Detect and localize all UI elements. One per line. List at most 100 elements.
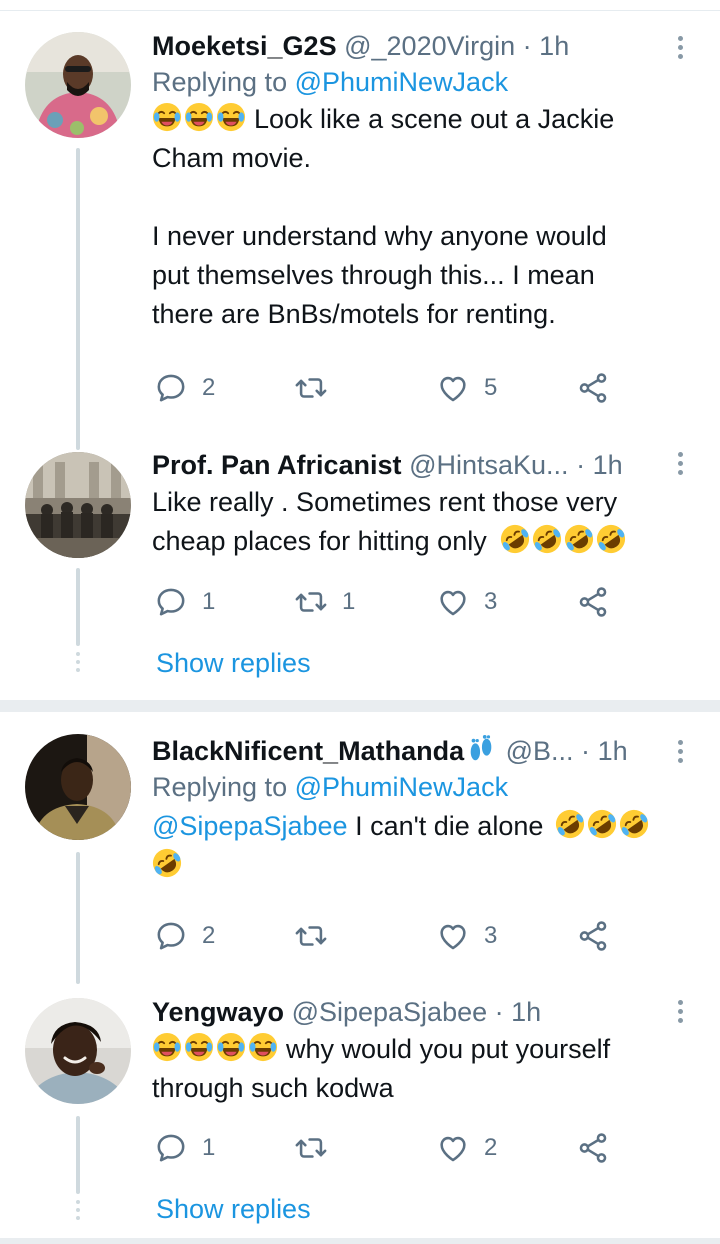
retweet-icon [294, 1131, 328, 1165]
tweet-text: @SipepaSjabee I can't die alone [152, 807, 684, 885]
retweet-count: 1 [342, 588, 356, 615]
replying-to: Replying to @PhumiNewJack [152, 63, 684, 101]
reply-button[interactable]: 1 [154, 582, 215, 622]
avatar[interactable] [25, 998, 131, 1104]
footprints-emoji [466, 734, 496, 764]
like-button[interactable]: 2 [436, 1128, 497, 1168]
share-button[interactable] [576, 1128, 610, 1168]
share-icon [576, 585, 610, 619]
replying-to: Replying to @PhumiNewJack [152, 768, 684, 806]
laughing-emoji [152, 102, 182, 132]
like-button[interactable]: 5 [436, 368, 497, 408]
show-replies-link[interactable]: Show replies [156, 1194, 311, 1225]
like-count: 2 [484, 1134, 498, 1161]
avatar-image [25, 452, 131, 558]
laughing-emoji [152, 1032, 182, 1062]
timestamp[interactable]: 1h [539, 31, 569, 61]
user-handle[interactable]: @B... [506, 736, 574, 766]
timestamp[interactable]: 1h [511, 997, 541, 1027]
separator-dot: · [581, 736, 591, 766]
replying-to-link[interactable]: @PhumiNewJack [295, 67, 508, 97]
thread-line [76, 148, 80, 450]
display-name[interactable]: Moeketsi_G2S [152, 31, 337, 61]
reply-icon [154, 371, 188, 405]
like-button[interactable]: 3 [436, 916, 497, 956]
tweet-text: Like really . Sometimes rent those very … [152, 483, 684, 561]
text-line: there are BnBs/motels for renting. [152, 299, 556, 329]
user-handle[interactable]: @HintsaKu... [409, 450, 568, 480]
replying-label: Replying to [152, 772, 288, 802]
timestamp[interactable]: 1h [598, 736, 628, 766]
bottom-separator [0, 1238, 720, 1244]
display-name[interactable]: BlackNificent_Mathanda [152, 736, 464, 766]
tweet-header: BlackNificent_Mathanda @B... · 1h [152, 734, 684, 768]
tweet-actions: 1 1 3 [152, 582, 622, 622]
share-icon [576, 919, 610, 953]
laughing-emoji [184, 102, 214, 132]
reply-button[interactable]: 2 [154, 368, 215, 408]
like-count: 3 [484, 922, 498, 949]
avatar[interactable] [25, 452, 131, 558]
reply-icon [154, 1131, 188, 1165]
avatar[interactable] [25, 32, 131, 138]
like-icon [436, 371, 470, 405]
tweet-text: why would you put yourself through such … [152, 1030, 684, 1108]
share-button[interactable] [576, 368, 610, 408]
rofl-emoji [152, 848, 182, 878]
rofl-emoji [555, 809, 585, 839]
retweet-icon [294, 919, 328, 953]
tweet-header: Prof. Pan Africanist @HintsaKu... · 1h [152, 448, 684, 482]
user-handle[interactable]: @_2020Virgin [344, 31, 515, 61]
retweet-button[interactable] [294, 916, 342, 956]
reply-count: 1 [202, 588, 216, 615]
rofl-emoji [587, 809, 617, 839]
tweet-actions: 1 2 [152, 1128, 622, 1168]
replying-to-link[interactable]: @PhumiNewJack [295, 772, 508, 802]
thread-dots [76, 1200, 80, 1224]
user-handle[interactable]: @SipepaSjabee [292, 997, 488, 1027]
retweet-icon [294, 371, 328, 405]
thread-line [76, 568, 80, 646]
share-button[interactable] [576, 916, 610, 956]
avatar[interactable] [25, 734, 131, 840]
like-icon [436, 585, 470, 619]
retweet-button[interactable]: 1 [294, 582, 355, 622]
avatar-image [25, 32, 131, 138]
like-button[interactable]: 3 [436, 582, 497, 622]
laughing-emoji [184, 1032, 214, 1062]
reply-icon [154, 585, 188, 619]
top-divider [0, 0, 720, 11]
retweet-icon [294, 585, 328, 619]
reply-button[interactable]: 2 [154, 916, 215, 956]
rofl-emoji [564, 524, 594, 554]
like-count: 3 [484, 588, 498, 615]
laughing-emoji [248, 1032, 278, 1062]
replying-label: Replying to [152, 67, 288, 97]
like-icon [436, 919, 470, 953]
text-line: Cham movie. [152, 143, 312, 173]
rofl-emoji [619, 809, 649, 839]
tweet-actions: 2 5 [152, 368, 622, 408]
separator-dot: · [576, 450, 586, 480]
reply-button[interactable]: 1 [154, 1128, 215, 1168]
tweet-header: Yengwayo @SipepaSjabee · 1h [152, 995, 684, 1029]
display-name[interactable]: Prof. Pan Africanist [152, 450, 402, 480]
thread-separator [0, 700, 720, 712]
thread-line [76, 1116, 80, 1194]
retweet-button[interactable] [294, 368, 342, 408]
rofl-emoji [500, 524, 530, 554]
reply-icon [154, 919, 188, 953]
show-replies-link[interactable]: Show replies [156, 648, 311, 679]
text-line: I can't die alone [355, 811, 544, 841]
like-count: 5 [484, 374, 498, 401]
mention-link[interactable]: @SipepaSjabee [152, 811, 348, 841]
share-button[interactable] [576, 582, 610, 622]
avatar-image [25, 734, 131, 840]
timestamp[interactable]: 1h [593, 450, 623, 480]
text-line: put themselves through this... I mean [152, 260, 595, 290]
reply-count: 2 [202, 374, 216, 401]
tweet-text: Look like a scene out a Jackie Cham movi… [152, 100, 684, 334]
share-icon [576, 1131, 610, 1165]
retweet-button[interactable] [294, 1128, 342, 1168]
display-name[interactable]: Yengwayo [152, 997, 284, 1027]
